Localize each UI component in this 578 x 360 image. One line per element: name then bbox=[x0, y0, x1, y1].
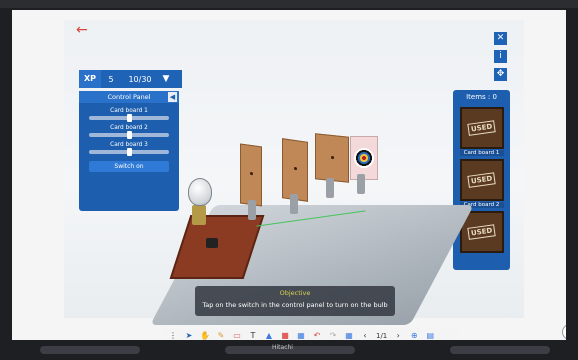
add-page-icon[interactable]: ⊕ bbox=[409, 331, 419, 340]
cardboard-2[interactable] bbox=[282, 138, 308, 202]
switch-knob[interactable] bbox=[206, 238, 218, 248]
cardboard-1[interactable] bbox=[240, 143, 262, 207]
slider-knob[interactable] bbox=[127, 148, 132, 156]
cardboard-3-slider[interactable] bbox=[89, 148, 169, 156]
info-icon[interactable]: i bbox=[494, 50, 507, 63]
page-list-icon[interactable]: ▤ bbox=[425, 331, 435, 340]
cardboard-stand bbox=[290, 194, 298, 214]
used-stamp: USED bbox=[467, 224, 496, 240]
move-icon[interactable]: ✥ bbox=[494, 68, 507, 81]
text-icon[interactable]: T bbox=[248, 331, 258, 340]
xp-value: 5 bbox=[108, 74, 114, 84]
brand-logo: Hitachi bbox=[272, 344, 293, 351]
target-stand bbox=[357, 174, 365, 194]
cardboard-crate: USED bbox=[459, 159, 504, 201]
clock-icon bbox=[562, 324, 566, 340]
layers-icon[interactable]: ▦ bbox=[296, 331, 306, 340]
target-rings bbox=[354, 148, 374, 168]
control-panel: Control Panel ◀ Card board 1 Card board … bbox=[79, 91, 179, 211]
xp-label: XP bbox=[79, 70, 101, 88]
eraser-icon[interactable]: ▭ bbox=[232, 331, 242, 340]
shapes-icon[interactable]: ▲ bbox=[264, 331, 274, 340]
control-panel-header: Control Panel ◀ bbox=[79, 91, 179, 103]
undo-icon[interactable]: ↶ bbox=[312, 331, 322, 340]
used-stamp: USED bbox=[467, 172, 496, 188]
redo-icon[interactable]: ↷ bbox=[328, 331, 338, 340]
slider-knob[interactable] bbox=[127, 114, 132, 122]
cardboard-2-slider[interactable] bbox=[89, 131, 169, 139]
objective-title: Objective bbox=[279, 289, 311, 297]
item-card[interactable]: USED Card board 1 bbox=[459, 107, 504, 156]
bezel-buttons-right bbox=[450, 346, 550, 354]
chevron-left-icon[interactable]: ◀ bbox=[168, 92, 177, 102]
control-panel-title: Control Panel bbox=[107, 93, 151, 101]
objective-box: Objective Tap on the switch in the contr… bbox=[195, 286, 395, 316]
bezel-top bbox=[0, 0, 578, 8]
close-icon[interactable]: ✕ bbox=[494, 32, 507, 45]
xp-bar: XP 5 10/30 ▼ bbox=[79, 70, 182, 88]
cardboard-stand bbox=[248, 200, 256, 220]
more-icon[interactable]: ⋮ bbox=[168, 331, 178, 340]
used-stamp: USED bbox=[467, 120, 496, 136]
items-panel: Items : 0 USED Card board 1 USED Card bo… bbox=[453, 90, 510, 270]
slider-knob[interactable] bbox=[127, 131, 132, 139]
chevron-right-icon[interactable]: › bbox=[393, 331, 403, 340]
xp-page-indicator: 10/30 bbox=[128, 74, 152, 84]
cardboard-stand bbox=[326, 178, 334, 198]
cardboard-1-slider[interactable] bbox=[89, 114, 169, 122]
bulb-holder bbox=[192, 205, 206, 225]
chevron-left-icon[interactable]: ‹ bbox=[360, 331, 370, 340]
item-label: Card board 1 bbox=[459, 150, 504, 156]
screen: ← XP 5 10/30 ▼ Control Panel ◀ Card boar… bbox=[12, 10, 566, 340]
light-bulb[interactable] bbox=[188, 178, 212, 206]
image-icon[interactable]: ■ bbox=[280, 331, 290, 340]
objective-text: Tap on the switch in the control panel t… bbox=[202, 301, 388, 309]
item-card[interactable]: USED Card board 2 bbox=[459, 159, 504, 208]
pointer-icon[interactable]: ➤ bbox=[184, 331, 194, 340]
grid-icon[interactable]: ▦ bbox=[344, 331, 354, 340]
pen-icon[interactable]: ✎ bbox=[216, 331, 226, 340]
whiteboard-toolbar: ⋮ ➤ ✋ ✎ ▭ T ▲ ■ ▦ ↶ ↷ ▦ ‹ 1/1 › ⊕ ▤ bbox=[162, 328, 458, 340]
items-title: Items : 0 bbox=[466, 93, 497, 101]
page-indicator: 1/1 bbox=[376, 332, 388, 340]
switch-on-button[interactable]: Switch on bbox=[89, 161, 169, 172]
hand-icon[interactable]: ✋ bbox=[200, 331, 210, 340]
bezel-buttons-left bbox=[40, 346, 140, 354]
cardboard-3[interactable] bbox=[315, 133, 349, 183]
back-arrow-icon[interactable]: ← bbox=[76, 22, 88, 38]
cardboard-crate: USED bbox=[459, 107, 504, 149]
chevron-down-icon[interactable]: ▼ bbox=[159, 74, 173, 84]
